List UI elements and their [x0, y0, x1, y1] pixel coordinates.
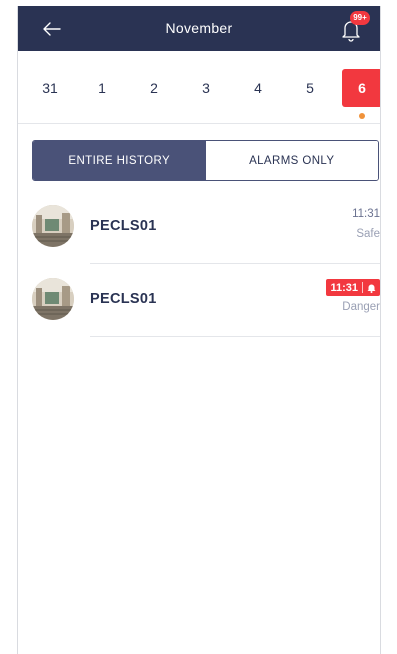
top-bar: November 99+	[18, 6, 380, 51]
tab-alarms-only[interactable]: ALARMS ONLY	[205, 141, 378, 180]
date-31[interactable]: 31	[30, 69, 70, 107]
event-status: Safe	[356, 228, 380, 240]
device-name: PECLS01	[90, 218, 157, 234]
notification-badge: 99+	[350, 11, 370, 25]
camera-thumbnail	[32, 278, 74, 320]
date-4[interactable]: 4	[238, 69, 278, 107]
camera-thumbnail	[32, 205, 74, 247]
row-divider	[90, 336, 380, 337]
list-item[interactable]: PECLS01 11:31 Danger	[18, 264, 380, 337]
date-strip: 31 1 2 3 4 5 6	[18, 51, 380, 124]
event-indicator-dot	[359, 113, 365, 119]
bell-icon	[367, 284, 376, 293]
notifications-button[interactable]: 99+	[336, 11, 370, 44]
event-time: 11:31	[330, 281, 358, 294]
device-name: PECLS01	[90, 291, 157, 307]
date-2[interactable]: 2	[134, 69, 174, 107]
date-1[interactable]: 1	[82, 69, 122, 107]
date-3[interactable]: 3	[186, 69, 226, 107]
event-status: Danger	[342, 301, 380, 313]
event-time: 11:31	[352, 208, 380, 220]
tab-entire-history[interactable]: ENTIRE HISTORY	[33, 141, 206, 180]
event-list: PECLS01 11:31 Safe PECLS01 11:31 Danger	[18, 191, 380, 337]
list-item[interactable]: PECLS01 11:31 Safe	[18, 191, 380, 264]
date-5[interactable]: 5	[290, 69, 330, 107]
date-6-selected[interactable]: 6	[342, 69, 380, 107]
app-screen: November 99+ 31 1 2 3 4 5 6 ENTIRE HISTO…	[17, 6, 381, 654]
page-title: November	[165, 20, 233, 36]
history-filter-toggle: ENTIRE HISTORY ALARMS ONLY	[32, 140, 379, 181]
alarm-time-badge: 11:31	[326, 279, 380, 296]
badge-separator	[362, 282, 363, 293]
